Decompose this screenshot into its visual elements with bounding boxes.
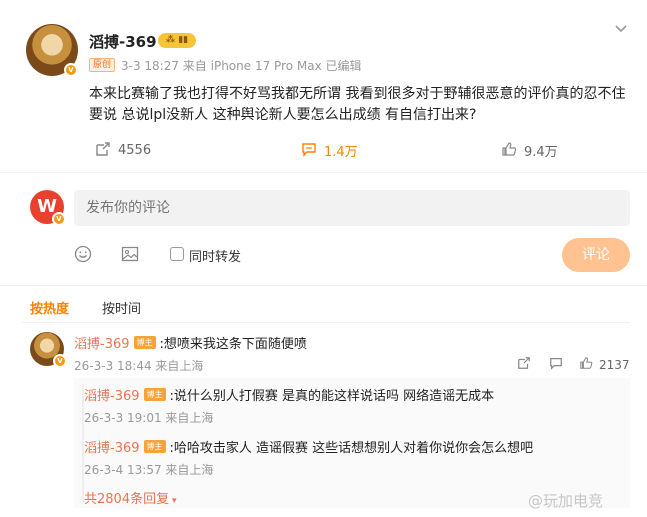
comment-meta: 26-3-3 18:44 来自上海	[74, 359, 204, 373]
verified-icon: V	[64, 63, 78, 77]
divider	[0, 285, 647, 286]
reply-item: 滔搏-369 博主 :哈哈攻击家人 造谣假赛 这些话想想别人对着你说你会怎么想吧	[84, 437, 533, 456]
reply-author[interactable]: 滔搏-369	[84, 437, 140, 456]
comment-like-count: 2137	[599, 358, 630, 372]
watermark: @玩加电竞	[528, 492, 604, 510]
reply-author[interactable]: 滔搏-369	[84, 385, 140, 404]
vip-badge: ⁂ ▮▮	[158, 33, 196, 48]
blogger-badge: 博主	[143, 388, 166, 401]
more-replies-link[interactable]: 共2804条回复 ▾	[84, 488, 176, 507]
comment-actions: 2137	[515, 356, 630, 374]
repost-button[interactable]: 4556	[94, 140, 151, 160]
comment-line: 滔搏-369 博主 :想喷来我这条下面随便喷	[74, 333, 307, 352]
reply-item: 滔搏-369 博主 :说什么别人打假赛 是真的能这样说话吗 网络造谣无成本	[84, 385, 494, 404]
share-icon[interactable]	[515, 356, 533, 374]
original-tag: 原创	[89, 58, 115, 72]
reply-text: :哈哈攻击家人 造谣假赛 这些话想想别人对着你说你会怎么想吧	[169, 441, 534, 456]
reply-meta: 26-3-4 13:57 来自上海	[84, 463, 214, 477]
thumbs-up-icon	[500, 141, 518, 159]
verified-icon: V	[52, 212, 66, 226]
tab-sort-hot[interactable]: 按热度	[30, 298, 69, 317]
post-meta: 3-3 18:27 来自 iPhone 17 Pro Max 已编辑	[121, 59, 362, 73]
emoji-icon[interactable]	[73, 245, 93, 265]
repost-count: 4556	[118, 142, 152, 158]
repost-label: 同时转发	[189, 250, 242, 265]
comment-count: 1.4万	[324, 144, 358, 160]
comment-input[interactable]	[74, 190, 630, 226]
reply-icon[interactable]	[547, 356, 565, 374]
chevron-down-icon[interactable]	[614, 22, 630, 38]
post-author-name[interactable]: 滔搏-369	[89, 31, 157, 52]
comment-icon	[300, 141, 318, 159]
comment-button[interactable]: 1.4万	[300, 140, 358, 160]
blogger-badge: 博主	[133, 336, 156, 349]
reply-text: :说什么别人打假赛 是真的能这样说话吗 网络造谣无成本	[169, 389, 495, 404]
divider	[0, 172, 647, 173]
submit-comment-button[interactable]: 评论	[562, 238, 630, 272]
caret-down-icon: ▾	[169, 496, 177, 506]
like-button[interactable]: 9.4万	[500, 140, 558, 160]
comment-text: :想喷来我这条下面随便喷	[159, 337, 307, 352]
like-count: 9.4万	[524, 144, 558, 160]
image-icon[interactable]	[120, 245, 140, 265]
comment-author[interactable]: 滔搏-369	[74, 333, 130, 352]
repost-checkbox[interactable]	[170, 247, 184, 261]
reply-meta: 26-3-3 19:01 来自上海	[84, 411, 214, 425]
verified-icon: V	[53, 354, 67, 368]
blogger-badge: 博主	[143, 440, 166, 453]
tab-sort-time[interactable]: 按时间	[102, 298, 141, 317]
more-replies-label: 共2804条回复	[84, 492, 170, 507]
thumbs-up-icon[interactable]	[577, 356, 595, 374]
divider	[22, 322, 630, 323]
repost-icon	[94, 141, 112, 159]
post-text: 本来比赛输了我也打得不好骂我都无所谓 我看到很多对于野辅很恶意的评价真的忍不住要…	[89, 86, 626, 123]
